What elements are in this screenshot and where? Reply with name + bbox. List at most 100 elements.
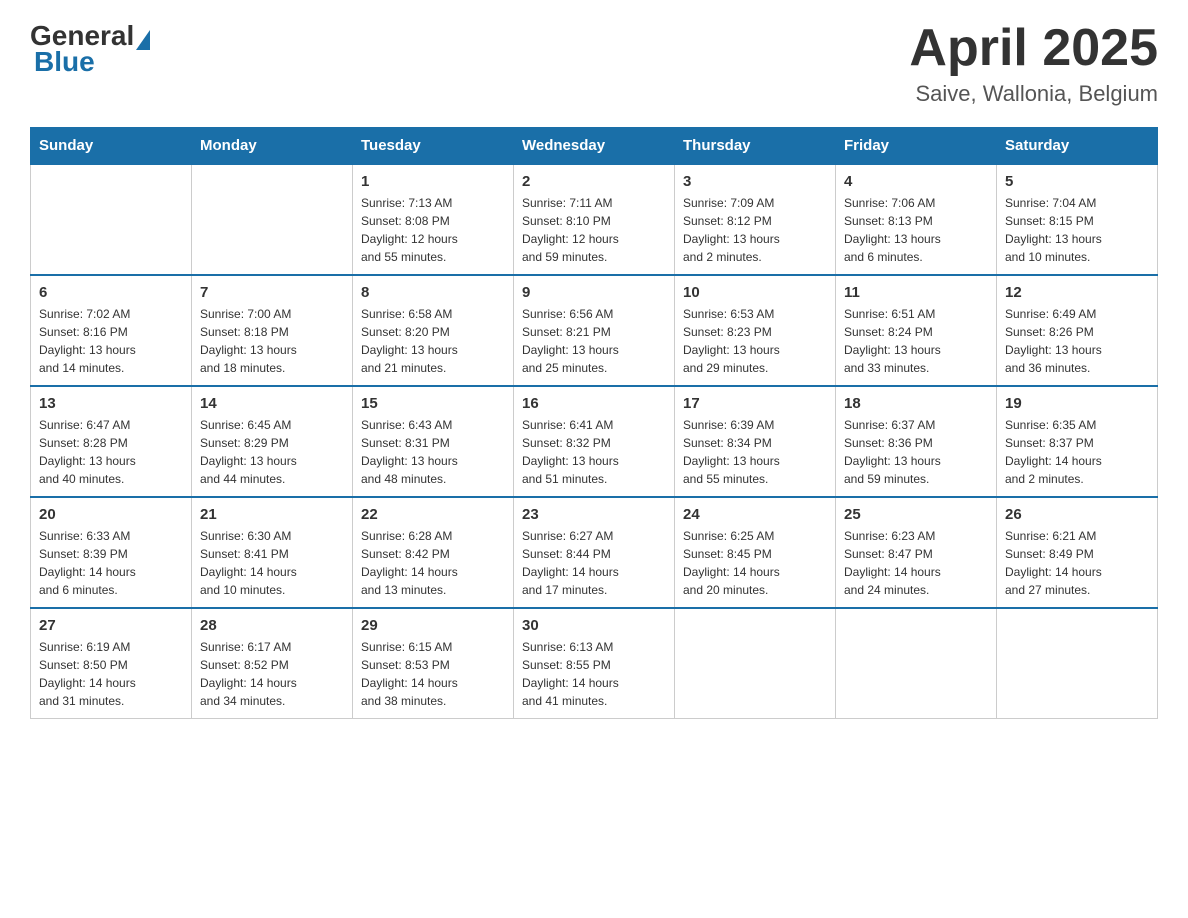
calendar-cell: 15 Sunrise: 6:43 AM Sunset: 8:31 PM Dayli… [353, 386, 514, 497]
day-number: 24 [683, 506, 827, 523]
day-number: 27 [39, 617, 183, 634]
calendar-cell: 30 Sunrise: 6:13 AM Sunset: 8:55 PM Dayli… [514, 608, 675, 719]
calendar-cell: 5Sunrise: 7:04 AM Sunset: 8:15 PM Daylig… [997, 165, 1158, 276]
logo-blue-text: Blue [34, 46, 95, 78]
calendar-cell [31, 165, 192, 276]
calendar-week-row: 13Sunrise: 6:47 AM Sunset: 8:28 PM Dayli… [31, 386, 1158, 497]
calendar-week-row: 20Sunrise: 6:33 AM Sunset: 8:39 PM Dayli… [31, 497, 1158, 608]
calendar-cell [192, 165, 353, 276]
day-number: 3 [683, 173, 827, 190]
day-number: 8 [361, 284, 505, 301]
calendar-cell: 26 Sunrise: 6:21 AM Sunset: 8:49 PM Dayli… [997, 497, 1158, 608]
day-info: Sunrise: 7:00 AM Sunset: 8:18 PM Dayligh… [200, 305, 344, 377]
calendar-cell: 6 Sunrise: 7:02 AM Sunset: 8:16 PM Daylig… [31, 275, 192, 386]
day-info: Sunrise: 7:11 AM Sunset: 8:10 PM Dayligh… [522, 194, 666, 266]
weekday-header-saturday: Saturday [997, 127, 1158, 165]
day-number: 30 [522, 617, 666, 634]
day-number: 12 [1005, 284, 1149, 301]
day-info: Sunrise: 6:21 AM Sunset: 8:49 PM Dayligh… [1005, 527, 1149, 599]
day-info: Sunrise: 6:15 AM Sunset: 8:53 PM Dayligh… [361, 638, 505, 710]
day-info: Sunrise: 6:25 AM Sunset: 8:45 PM Dayligh… [683, 527, 827, 599]
day-info: Sunrise: 6:33 AM Sunset: 8:39 PM Dayligh… [39, 527, 183, 599]
calendar-cell [675, 608, 836, 719]
day-number: 15 [361, 395, 505, 412]
weekday-header-thursday: Thursday [675, 127, 836, 165]
day-info: Sunrise: 6:35 AM Sunset: 8:37 PM Dayligh… [1005, 416, 1149, 488]
day-number: 21 [200, 506, 344, 523]
day-number: 4 [844, 173, 988, 190]
day-info: Sunrise: 6:47 AM Sunset: 8:28 PM Dayligh… [39, 416, 183, 488]
day-number: 9 [522, 284, 666, 301]
calendar-cell: 27Sunrise: 6:19 AM Sunset: 8:50 PM Dayli… [31, 608, 192, 719]
page-header: General Blue April 2025 Saive, Wallonia,… [30, 20, 1158, 107]
calendar-cell: 29Sunrise: 6:15 AM Sunset: 8:53 PM Dayli… [353, 608, 514, 719]
day-info: Sunrise: 6:23 AM Sunset: 8:47 PM Dayligh… [844, 527, 988, 599]
day-number: 28 [200, 617, 344, 634]
weekday-header-friday: Friday [836, 127, 997, 165]
day-number: 23 [522, 506, 666, 523]
day-info: Sunrise: 6:41 AM Sunset: 8:32 PM Dayligh… [522, 416, 666, 488]
day-number: 17 [683, 395, 827, 412]
calendar-cell: 4 Sunrise: 7:06 AM Sunset: 8:13 PM Daylig… [836, 165, 997, 276]
calendar-week-row: 6 Sunrise: 7:02 AM Sunset: 8:16 PM Daylig… [31, 275, 1158, 386]
day-number: 7 [200, 284, 344, 301]
calendar-cell: 19 Sunrise: 6:35 AM Sunset: 8:37 PM Dayli… [997, 386, 1158, 497]
day-info: Sunrise: 7:13 AM Sunset: 8:08 PM Dayligh… [361, 194, 505, 266]
day-info: Sunrise: 6:28 AM Sunset: 8:42 PM Dayligh… [361, 527, 505, 599]
calendar-cell: 7 Sunrise: 7:00 AM Sunset: 8:18 PM Daylig… [192, 275, 353, 386]
day-info: Sunrise: 6:49 AM Sunset: 8:26 PM Dayligh… [1005, 305, 1149, 377]
day-number: 10 [683, 284, 827, 301]
day-number: 1 [361, 173, 505, 190]
day-info: Sunrise: 6:45 AM Sunset: 8:29 PM Dayligh… [200, 416, 344, 488]
day-info: Sunrise: 6:53 AM Sunset: 8:23 PM Dayligh… [683, 305, 827, 377]
day-info: Sunrise: 7:09 AM Sunset: 8:12 PM Dayligh… [683, 194, 827, 266]
day-info: Sunrise: 6:13 AM Sunset: 8:55 PM Dayligh… [522, 638, 666, 710]
day-number: 19 [1005, 395, 1149, 412]
month-year-title: April 2025 [909, 20, 1158, 77]
location-subtitle: Saive, Wallonia, Belgium [909, 81, 1158, 107]
calendar-cell: 1 Sunrise: 7:13 AM Sunset: 8:08 PM Daylig… [353, 165, 514, 276]
weekday-header-monday: Monday [192, 127, 353, 165]
day-number: 11 [844, 284, 988, 301]
calendar-cell: 25 Sunrise: 6:23 AM Sunset: 8:47 PM Dayli… [836, 497, 997, 608]
calendar-cell [836, 608, 997, 719]
day-info: Sunrise: 7:04 AM Sunset: 8:15 PM Dayligh… [1005, 194, 1149, 266]
day-info: Sunrise: 6:43 AM Sunset: 8:31 PM Dayligh… [361, 416, 505, 488]
calendar-table: SundayMondayTuesdayWednesdayThursdayFrid… [30, 127, 1158, 719]
calendar-cell: 2 Sunrise: 7:11 AM Sunset: 8:10 PM Daylig… [514, 165, 675, 276]
logo-triangle-icon [136, 30, 150, 50]
calendar-cell: 13Sunrise: 6:47 AM Sunset: 8:28 PM Dayli… [31, 386, 192, 497]
calendar-week-row: 1 Sunrise: 7:13 AM Sunset: 8:08 PM Daylig… [31, 165, 1158, 276]
calendar-cell: 9 Sunrise: 6:56 AM Sunset: 8:21 PM Daylig… [514, 275, 675, 386]
logo: General Blue [30, 20, 152, 78]
day-number: 2 [522, 173, 666, 190]
calendar-cell: 24 Sunrise: 6:25 AM Sunset: 8:45 PM Dayli… [675, 497, 836, 608]
calendar-cell: 17 Sunrise: 6:39 AM Sunset: 8:34 PM Dayli… [675, 386, 836, 497]
calendar-cell: 14Sunrise: 6:45 AM Sunset: 8:29 PM Dayli… [192, 386, 353, 497]
day-info: Sunrise: 6:39 AM Sunset: 8:34 PM Dayligh… [683, 416, 827, 488]
calendar-week-row: 27Sunrise: 6:19 AM Sunset: 8:50 PM Dayli… [31, 608, 1158, 719]
title-block: April 2025 Saive, Wallonia, Belgium [909, 20, 1158, 107]
day-info: Sunrise: 7:02 AM Sunset: 8:16 PM Dayligh… [39, 305, 183, 377]
weekday-header-sunday: Sunday [31, 127, 192, 165]
calendar-cell: 8 Sunrise: 6:58 AM Sunset: 8:20 PM Daylig… [353, 275, 514, 386]
calendar-cell [997, 608, 1158, 719]
day-info: Sunrise: 6:58 AM Sunset: 8:20 PM Dayligh… [361, 305, 505, 377]
day-number: 22 [361, 506, 505, 523]
calendar-cell: 22 Sunrise: 6:28 AM Sunset: 8:42 PM Dayli… [353, 497, 514, 608]
calendar-cell: 20Sunrise: 6:33 AM Sunset: 8:39 PM Dayli… [31, 497, 192, 608]
day-info: Sunrise: 6:56 AM Sunset: 8:21 PM Dayligh… [522, 305, 666, 377]
day-number: 6 [39, 284, 183, 301]
day-info: Sunrise: 7:06 AM Sunset: 8:13 PM Dayligh… [844, 194, 988, 266]
day-number: 18 [844, 395, 988, 412]
day-info: Sunrise: 6:51 AM Sunset: 8:24 PM Dayligh… [844, 305, 988, 377]
weekday-header-wednesday: Wednesday [514, 127, 675, 165]
calendar-cell: 10 Sunrise: 6:53 AM Sunset: 8:23 PM Dayli… [675, 275, 836, 386]
calendar-header: SundayMondayTuesdayWednesdayThursdayFrid… [31, 127, 1158, 165]
day-number: 26 [1005, 506, 1149, 523]
calendar-body: 1 Sunrise: 7:13 AM Sunset: 8:08 PM Daylig… [31, 165, 1158, 719]
calendar-cell: 18Sunrise: 6:37 AM Sunset: 8:36 PM Dayli… [836, 386, 997, 497]
calendar-cell: 16Sunrise: 6:41 AM Sunset: 8:32 PM Dayli… [514, 386, 675, 497]
day-info: Sunrise: 6:27 AM Sunset: 8:44 PM Dayligh… [522, 527, 666, 599]
day-number: 25 [844, 506, 988, 523]
